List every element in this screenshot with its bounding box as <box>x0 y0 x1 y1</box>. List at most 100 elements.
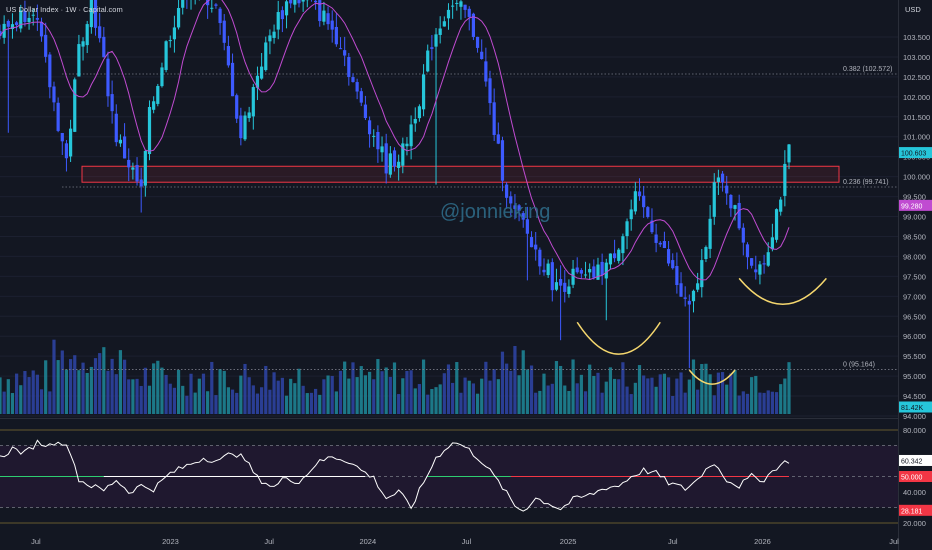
volume-bar <box>89 366 93 414</box>
candle-body <box>592 266 596 278</box>
volume-bar <box>750 377 754 414</box>
volume-bar <box>733 370 737 414</box>
volume-bar <box>401 378 405 414</box>
candle-body <box>583 274 588 276</box>
time-axis-label: Jul <box>889 537 899 546</box>
time-axis-label: Jul <box>31 537 41 546</box>
currency-label[interactable]: USD <box>905 5 921 14</box>
candle-body <box>658 242 662 245</box>
candle-body <box>542 269 546 273</box>
candle-body <box>758 264 762 275</box>
volume-bar <box>583 391 588 414</box>
candle-body <box>272 31 276 38</box>
candle-body <box>85 24 89 46</box>
volume-bar <box>322 379 326 414</box>
candle-body <box>762 263 766 265</box>
volume-bar <box>687 379 691 414</box>
volume-bar <box>380 371 384 414</box>
price-tick-label: 94.000 <box>903 412 926 421</box>
volume-bar <box>60 350 64 414</box>
candle-body <box>351 77 355 82</box>
candle-body <box>430 47 434 49</box>
volume-bar <box>617 379 621 414</box>
watermark: @jonnieking <box>440 201 550 223</box>
price-tick-label: 101.000 <box>903 133 930 142</box>
volume-bar <box>64 369 69 414</box>
candle-body <box>392 150 397 167</box>
volume-bar <box>446 364 451 414</box>
volume-bar <box>421 359 426 414</box>
chart-title: US Dollar Index · 1W · Capital.com <box>6 5 123 14</box>
volume-bar <box>513 346 517 414</box>
candle-body <box>409 124 413 147</box>
volume-bar <box>496 379 500 414</box>
price-tick-label: 101.500 <box>903 113 930 122</box>
volume-bar <box>675 378 679 414</box>
candle-body <box>438 28 442 35</box>
volume-bar <box>143 367 147 414</box>
candle-body <box>766 252 770 266</box>
volume-bar <box>654 386 658 414</box>
candle-body <box>463 4 467 10</box>
volume-bar <box>293 383 297 414</box>
candle-body <box>596 264 600 280</box>
volume-bar <box>114 374 118 414</box>
candle-body <box>127 159 131 168</box>
candle-body <box>754 269 758 273</box>
candle-body <box>343 50 347 56</box>
candle-body <box>247 112 251 119</box>
volume-bar <box>326 375 330 414</box>
candle-body <box>363 104 368 119</box>
volume-bar <box>193 392 197 414</box>
candle-body <box>222 20 226 43</box>
time-axis-label: Jul <box>668 537 678 546</box>
volume-bar <box>359 366 363 414</box>
candle-body <box>135 164 139 182</box>
price-tick-label: 95.500 <box>903 352 926 361</box>
candle-body <box>600 261 604 275</box>
candle-body <box>118 139 123 144</box>
candle-body <box>745 244 750 258</box>
volume-bar <box>500 351 505 414</box>
volume-bar <box>367 371 372 414</box>
volume-bar <box>247 377 251 414</box>
volume-bar <box>492 369 496 414</box>
resistance-box <box>81 165 840 183</box>
volume-bar <box>774 392 779 414</box>
volume-bar <box>197 378 201 414</box>
volume-bar <box>309 392 314 414</box>
volume-bar <box>529 365 534 414</box>
candle-body <box>500 140 505 181</box>
volume-bar <box>255 393 260 414</box>
volume-bar <box>276 380 280 414</box>
candle-body <box>467 8 471 17</box>
candle-body <box>575 267 579 273</box>
volume-bar <box>737 395 741 414</box>
candle-body <box>741 227 745 243</box>
price-tick-label: 100.000 <box>903 173 930 182</box>
volume-bar <box>376 359 380 414</box>
volume-bar <box>716 372 721 414</box>
volume-bar <box>463 377 467 414</box>
volume-bar <box>554 361 559 414</box>
volume-bar <box>725 384 729 414</box>
candle-body <box>176 8 181 28</box>
volume-bar <box>110 358 114 414</box>
volume-bar <box>347 378 351 414</box>
volume-bar <box>579 374 583 414</box>
candle-body <box>214 4 218 6</box>
volume-bar <box>534 392 538 414</box>
volume-bar <box>102 347 106 414</box>
candle-body <box>679 283 683 297</box>
volume-bar <box>588 364 592 414</box>
volume-bar <box>409 370 413 414</box>
candle-body <box>218 8 222 24</box>
volume-bar <box>691 359 696 414</box>
candle-body <box>367 120 372 135</box>
candle-body <box>143 150 147 186</box>
volume-bar <box>397 394 401 414</box>
volume-bar <box>338 370 343 414</box>
candle-body <box>426 50 430 72</box>
candle-body <box>35 18 39 20</box>
volume-bar <box>521 350 525 414</box>
